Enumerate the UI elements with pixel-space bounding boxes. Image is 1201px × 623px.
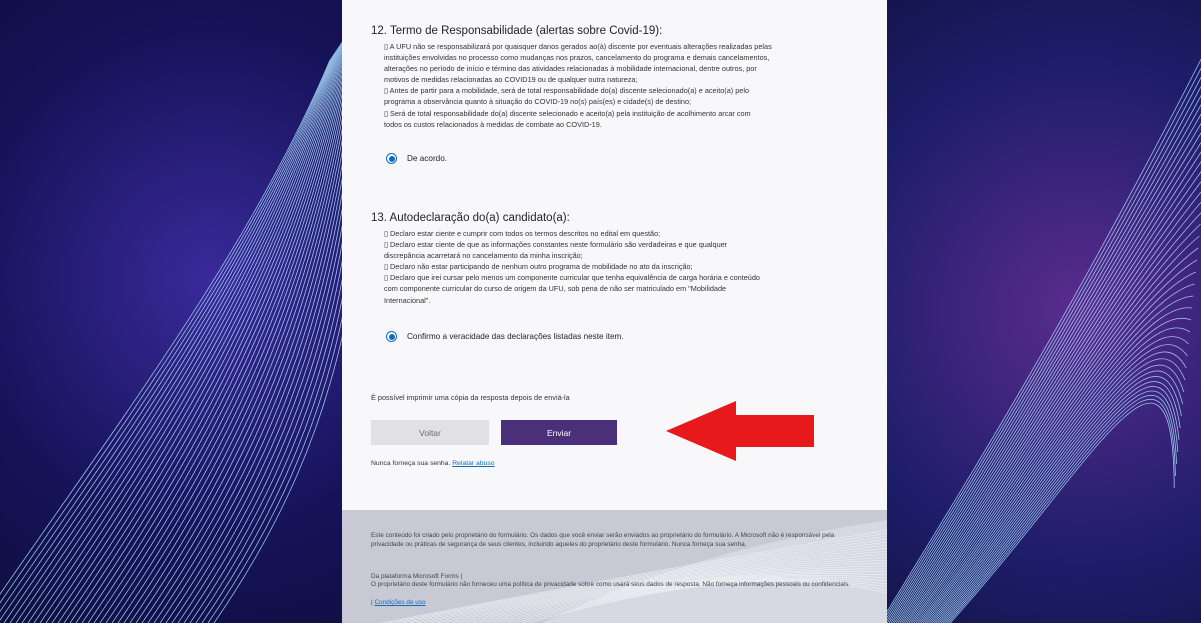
footer-privacy: O proprietário deste formulário não forn…	[371, 581, 851, 588]
question-13-title: 13. Autodeclaração do(a) candidato(a):	[371, 212, 570, 224]
footer-terms: | Condições de uso	[371, 599, 851, 608]
radio-selected-icon[interactable]	[386, 153, 397, 164]
back-button[interactable]: Voltar	[371, 420, 489, 445]
submit-button[interactable]: Enviar	[501, 420, 617, 445]
red-arrow-annotation	[666, 401, 814, 461]
print-copy-note: É possível imprimir uma cópia da respost…	[371, 393, 570, 402]
q12-option-label: De acordo.	[407, 154, 448, 163]
q12-option-agree[interactable]: De acordo.	[386, 153, 447, 164]
report-abuse-link[interactable]: Relatar abuso	[452, 460, 494, 467]
question-13-text: ▯ Declaro estar ciente e cumprir com tod…	[384, 229, 760, 305]
radio-selected-icon[interactable]	[386, 331, 397, 342]
password-note: Nunca forneça sua senha.	[371, 460, 451, 467]
q13-option-confirm[interactable]: Confirmo a veracidade das declarações li…	[386, 331, 624, 342]
terms-of-use-link[interactable]: Condições de uso	[374, 599, 425, 606]
question-12-text: ▯ A UFU não se responsabilizará por quai…	[384, 42, 772, 129]
footer-disclaimer: Este conteúdo foi criado pelo proprietár…	[371, 532, 835, 548]
password-warning: Nunca forneça sua senha. Relatar abuso	[371, 460, 495, 467]
q13-option-label: Confirmo a veracidade das declarações li…	[407, 332, 624, 341]
question-12-title: 12. Termo de Responsabilidade (alertas s…	[371, 25, 663, 37]
